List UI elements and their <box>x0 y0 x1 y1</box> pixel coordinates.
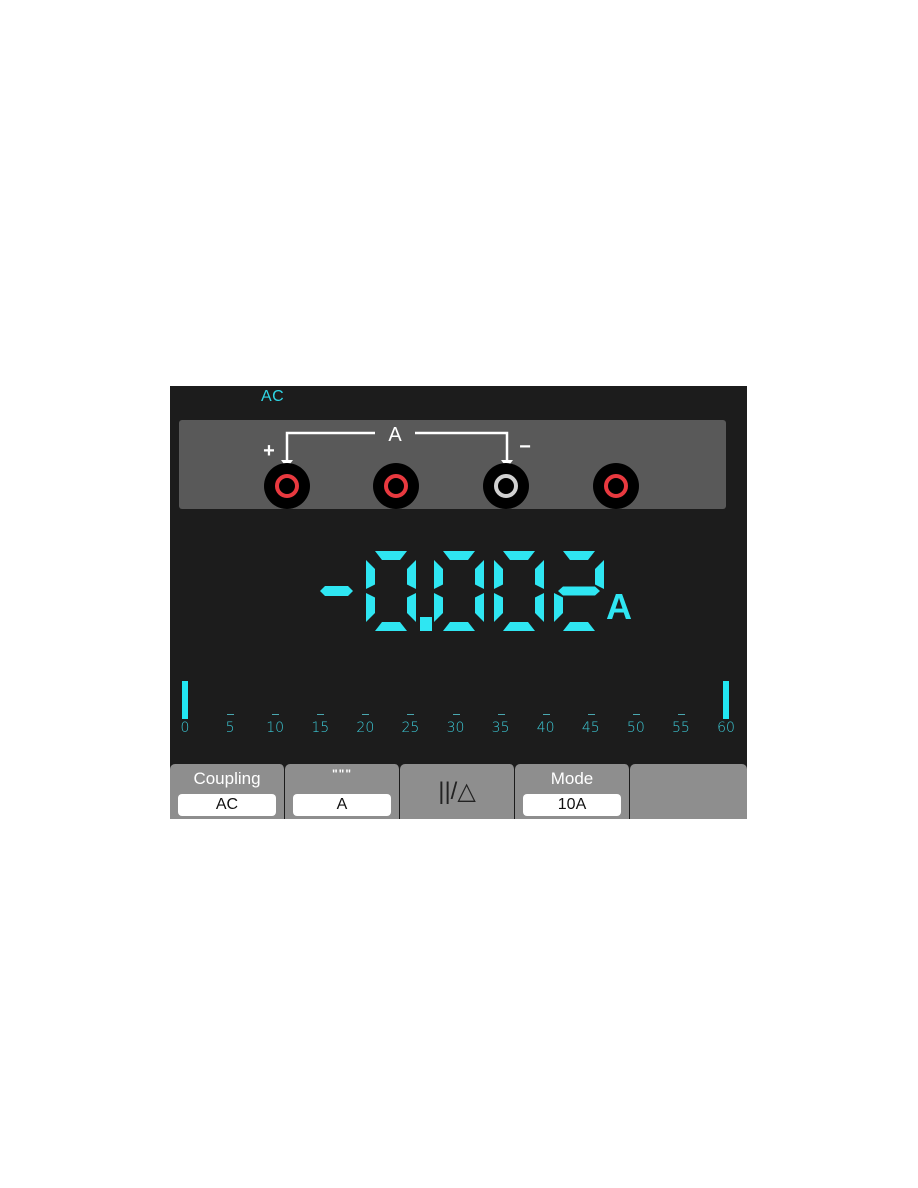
unit-label: A <box>606 586 632 627</box>
bargraph-tick-label: 20 <box>356 720 375 736</box>
segment-b <box>407 560 416 589</box>
segment-a <box>443 551 475 560</box>
softkey-value: 10A <box>523 794 621 816</box>
multimeter-screen: AC A + − A 0 5 10 15 20 25 30 35 40 45 50 55 60 Coup… <box>170 386 747 819</box>
bargraph-tick-label: 50 <box>626 720 645 736</box>
segment-a <box>503 551 535 560</box>
softkey-coupling[interactable]: Coupling AC <box>170 764 285 819</box>
segment-f <box>434 560 443 589</box>
segment-f <box>366 560 375 589</box>
bargraph-end-marker <box>723 681 729 719</box>
bargraph-tick-label: 45 <box>581 720 600 736</box>
jack-4-jack <box>593 463 639 509</box>
connection-line <box>415 431 509 465</box>
bargraph-tick <box>362 714 370 715</box>
bargraph-tick <box>452 714 460 715</box>
bargraph-tick-label: 40 <box>536 720 555 736</box>
bargraph-tick-label: 0 <box>180 720 190 736</box>
bargraph-tick <box>227 714 235 715</box>
digit <box>554 551 604 631</box>
bargraph-tick <box>542 714 550 715</box>
bargraph-tick-label: 25 <box>401 720 420 736</box>
segment-b <box>535 560 544 589</box>
jack-1-jack <box>264 463 310 509</box>
segment-a <box>375 551 407 560</box>
segment-b <box>595 560 604 589</box>
negative-symbol: − <box>519 436 531 458</box>
jack-2-jack <box>373 463 419 509</box>
bargraph-tick <box>632 714 640 715</box>
softkey-bar: Coupling AC """ A ||/△ Mode 10A <box>170 764 747 819</box>
segment-c <box>475 593 484 622</box>
segment-e <box>366 593 375 622</box>
bargraph-tick <box>587 714 595 715</box>
segment-a <box>563 551 595 560</box>
jack-diagram: A + − <box>263 424 639 509</box>
connection-label: A <box>388 424 402 446</box>
segment-e <box>554 593 563 622</box>
bargraph-tick <box>407 714 415 715</box>
digit <box>494 551 544 631</box>
bargraph-tick <box>677 714 685 715</box>
connection-line <box>285 431 375 465</box>
bargraph-fill <box>182 681 188 719</box>
coupling-indicator: AC <box>261 388 285 405</box>
segment-d <box>443 622 475 631</box>
jack-3-jack <box>483 463 529 509</box>
minus-sign-segment <box>320 586 353 596</box>
bargraph-tick-label: 60 <box>717 720 735 736</box>
segment-e <box>434 593 443 622</box>
bargraph-tick-label: 10 <box>266 720 285 736</box>
bargraph-tick <box>272 714 280 715</box>
bargraph-tick-label: 30 <box>446 720 465 736</box>
segment-e <box>494 593 503 622</box>
segment-b <box>475 560 484 589</box>
positive-symbol: + <box>263 440 275 462</box>
softkey-value: A <box>293 794 391 816</box>
digit <box>434 551 484 631</box>
jack-connection-panel: A + − <box>179 420 726 509</box>
softkey-empty[interactable] <box>630 764 747 819</box>
digit <box>366 551 416 631</box>
bargraph-tick <box>317 714 325 715</box>
softkey-title: """ <box>331 767 353 781</box>
bargraph-tick-label: 35 <box>491 720 510 736</box>
softkey-relative[interactable]: ||/△ <box>400 764 515 819</box>
segment-c <box>535 593 544 622</box>
relative-delta-icon: ||/△ <box>438 778 476 805</box>
softkey-title: Coupling <box>193 769 261 788</box>
segment-d <box>563 622 595 631</box>
bargraph-tick-label: 5 <box>225 720 235 736</box>
segment-d <box>503 622 535 631</box>
analog-bargraph: 0 5 10 15 20 25 30 35 40 45 50 55 60 <box>170 676 747 746</box>
seven-segment-display <box>320 551 604 631</box>
bargraph-tick <box>497 714 505 715</box>
softkey-unit[interactable]: """ A <box>285 764 400 819</box>
softkey-value: AC <box>178 794 276 816</box>
segment-c <box>407 593 416 622</box>
main-readout <box>170 536 747 646</box>
bargraph-tick-label: 15 <box>311 720 330 736</box>
segment-g <box>558 586 600 596</box>
segment-d <box>375 622 407 631</box>
softkey-title: Mode <box>550 769 594 788</box>
decimal-point <box>420 617 432 631</box>
bargraph-tick-label: 55 <box>671 720 690 736</box>
softkey-mode[interactable]: Mode 10A <box>515 764 630 819</box>
segment-f <box>494 560 503 589</box>
